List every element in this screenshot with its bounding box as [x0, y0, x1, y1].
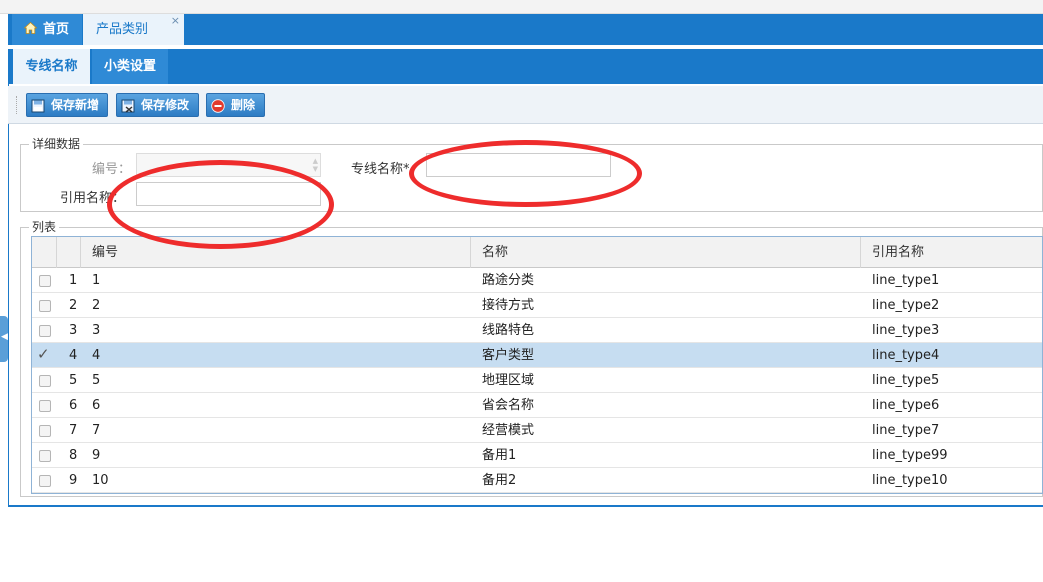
row-checkbox[interactable]: [39, 275, 51, 287]
toolbar-grip: [16, 96, 18, 114]
row-number: 9: [69, 473, 78, 488]
cell-name: 省会名称: [482, 398, 535, 413]
row-number: 1: [69, 273, 78, 288]
close-icon[interactable]: ×: [171, 5, 180, 36]
toolbar: 保存新增 保存修改 删除: [8, 86, 1043, 124]
remove-icon: [211, 98, 225, 113]
row-checkbox[interactable]: ✓: [37, 345, 51, 363]
annotation-circle-ref-name: [107, 160, 334, 249]
list-legend: 列表: [29, 220, 60, 234]
cell-code: 5: [92, 373, 101, 388]
cell-code: 4: [92, 348, 101, 363]
table-row[interactable]: 6 6 省会名称 line_type6: [32, 393, 1042, 418]
save-new-icon: [31, 98, 45, 113]
cell-ref-name: line_type7: [872, 423, 940, 438]
top-strip: [0, 0, 1043, 14]
spinner-icon: ▲ ▼: [312, 157, 318, 173]
table-row[interactable]: 9 10 备用2 line_type10: [32, 468, 1042, 493]
annotation-circle-line-name: [409, 140, 642, 207]
cell-name: 线路特色: [482, 323, 535, 338]
row-checkbox[interactable]: [39, 400, 51, 412]
row-number: 8: [69, 448, 78, 463]
cell-ref-name: line_type4: [872, 348, 940, 363]
column-header-code[interactable]: 编号: [92, 237, 118, 267]
cell-ref-name: line_type5: [872, 373, 940, 388]
cell-code: 2: [92, 298, 101, 313]
row-number: 6: [69, 398, 78, 413]
row-checkbox[interactable]: [39, 325, 51, 337]
table-row[interactable]: 2 2 接待方式 line_type2: [32, 293, 1042, 318]
tab-line-name[interactable]: 专线名称: [13, 49, 90, 84]
save-new-label: 保存新增: [51, 98, 100, 112]
table-row[interactable]: 8 9 备用1 line_type99: [32, 443, 1042, 468]
save-new-button[interactable]: 保存新增: [26, 93, 108, 117]
table-row[interactable]: 5 5 地理区域 line_type5: [32, 368, 1042, 393]
table-row[interactable]: 7 7 经营模式 line_type7: [32, 418, 1042, 443]
cell-ref-name: line_type6: [872, 398, 940, 413]
table-row[interactable]: 3 3 线路特色 line_type3: [32, 318, 1042, 343]
cell-name: 客户类型: [482, 348, 535, 363]
row-number: 5: [69, 373, 78, 388]
detail-legend: 详细数据: [29, 137, 84, 151]
cell-code: 6: [92, 398, 101, 413]
cell-code: 10: [92, 473, 109, 488]
tab-product-category-label: 产品类别: [96, 22, 149, 37]
cell-name: 经营模式: [482, 423, 535, 438]
cell-name: 备用2: [482, 473, 517, 488]
column-header-name[interactable]: 名称: [482, 237, 508, 267]
line-name-label: 专线名称*: [351, 162, 410, 177]
code-label: 编号：: [92, 162, 132, 177]
row-number: 3: [69, 323, 78, 338]
row-number: 7: [69, 423, 78, 438]
row-checkbox[interactable]: [39, 425, 51, 437]
row-checkbox[interactable]: [39, 475, 51, 487]
cell-code: 7: [92, 423, 101, 438]
cell-code: 3: [92, 323, 101, 338]
row-number: 4: [69, 348, 78, 363]
chevron-left-icon: ◀: [1, 332, 8, 342]
table-row[interactable]: ✓ 4 4 客户类型 line_type4: [32, 343, 1042, 368]
column-header-ref-name[interactable]: 引用名称: [872, 237, 924, 267]
cell-ref-name: line_type99: [872, 448, 948, 463]
save-edit-button[interactable]: 保存修改: [116, 93, 199, 117]
delete-button[interactable]: 删除: [206, 93, 265, 117]
sub-tab-bar: 专线名称 小类设置: [8, 45, 1043, 84]
data-grid: 编号 名称 引用名称 1 1 路途分类 line_type1 2 2 接待方式 line_ty…: [31, 236, 1043, 494]
tab-subcategory-settings[interactable]: 小类设置: [92, 49, 168, 84]
home-icon: [23, 15, 38, 34]
cell-ref-name: line_type2: [872, 298, 940, 313]
main-tab-bar: 首页 产品类别 ×: [8, 14, 1043, 45]
cell-name: 备用1: [482, 448, 517, 463]
tab-home-label: 首页: [43, 22, 70, 37]
save-edit-icon: [121, 98, 135, 113]
delete-label: 删除: [231, 98, 256, 112]
row-number: 2: [69, 298, 78, 313]
row-checkbox[interactable]: [39, 300, 51, 312]
table-row[interactable]: 1 1 路途分类 line_type1: [32, 268, 1042, 293]
row-checkbox[interactable]: [39, 450, 51, 462]
tab-product-category[interactable]: 产品类别 ×: [83, 14, 184, 45]
cell-code: 9: [92, 448, 101, 463]
cell-name: 地理区域: [482, 373, 535, 388]
collapse-sidebar-handle[interactable]: ◀: [0, 316, 8, 362]
row-checkbox[interactable]: [39, 375, 51, 387]
cell-name: 接待方式: [482, 298, 535, 313]
cell-ref-name: line_type3: [872, 323, 940, 338]
save-edit-label: 保存修改: [141, 98, 190, 112]
cell-name: 路途分类: [482, 273, 535, 288]
cell-code: 1: [92, 273, 101, 288]
cell-ref-name: line_type10: [872, 473, 948, 488]
cell-ref-name: line_type1: [872, 273, 940, 288]
tab-home[interactable]: 首页: [12, 14, 82, 45]
checkmark-icon: ✓: [37, 345, 50, 363]
